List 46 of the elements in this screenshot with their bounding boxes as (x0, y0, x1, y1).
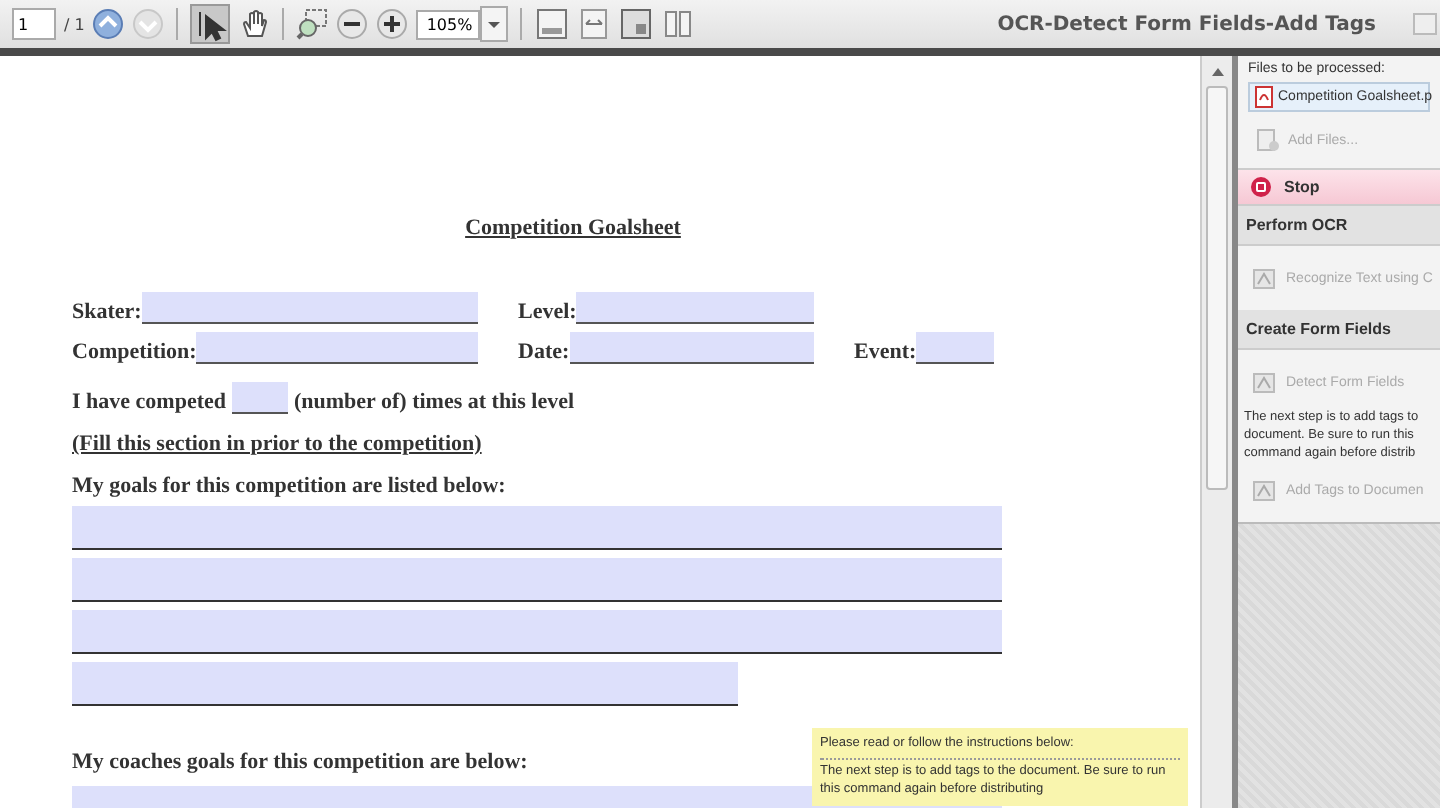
form-field[interactable] (576, 292, 814, 324)
tool-icon (1252, 370, 1278, 394)
marquee-zoom-icon[interactable] (296, 8, 329, 40)
stop-icon (1250, 176, 1272, 198)
answer-line-field[interactable] (72, 662, 738, 706)
caret-icon[interactable] (480, 6, 509, 42)
zoom-in-icon[interactable] (376, 8, 409, 40)
form-field[interactable] (916, 332, 994, 364)
zoom-out-icon[interactable] (336, 8, 369, 40)
form-label: Date: (518, 340, 570, 364)
pdf-file-icon (1254, 86, 1274, 108)
two-page-icon[interactable] (662, 8, 695, 40)
zoom-dropdown[interactable]: 105% (416, 9, 481, 39)
tool-icon (1252, 266, 1278, 290)
document-title: Competition Goalsheet (463, 216, 683, 240)
add-file-icon (1256, 128, 1280, 152)
fit-width-icon[interactable] (578, 8, 611, 40)
form-label: Skater: (72, 300, 142, 324)
form-label: I have competed (72, 390, 226, 414)
form-field[interactable] (569, 332, 814, 364)
page-number-field[interactable]: 1 (12, 8, 56, 40)
hand-icon[interactable] (238, 8, 271, 40)
section-header[interactable]: Create Form Fields (1238, 310, 1440, 350)
tool-icon (1252, 478, 1278, 503)
previous-page-icon[interactable] (92, 8, 125, 40)
form-label: (number of) times at this level (294, 390, 575, 414)
page-count: / 1 (64, 15, 85, 33)
form-label: Competition: (72, 340, 197, 364)
form-label: Level: (518, 300, 577, 324)
select-tool-icon[interactable] (190, 4, 231, 44)
answer-line-field[interactable] (72, 558, 1002, 602)
fit-page-icon[interactable] (534, 6, 571, 42)
instruction-text: (Fill this section in prior to the competition) (72, 432, 482, 456)
form-field[interactable] (232, 382, 288, 414)
form-field[interactable] (141, 292, 478, 324)
form-field[interactable] (196, 332, 478, 364)
window-title: OCR-Detect Form Fields-Add Tags (997, 13, 1376, 35)
section-heading: My coaches goals for this competition are below: (72, 750, 528, 774)
answer-line-field[interactable] (72, 506, 1002, 550)
answer-line-field[interactable] (72, 610, 1002, 654)
single-page-icon[interactable] (618, 6, 655, 42)
section-header[interactable]: Perform OCR (1238, 206, 1440, 246)
stop-button[interactable]: Stop (1238, 168, 1440, 206)
scrollbar-thumb[interactable] (1206, 86, 1228, 490)
section-heading: My goals for this competition are listed below: (72, 474, 506, 498)
form-label: Event: (854, 340, 917, 364)
